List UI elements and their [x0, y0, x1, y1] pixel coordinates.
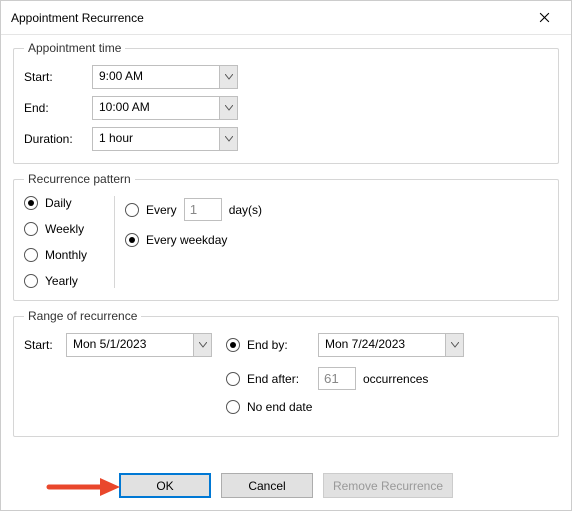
- ok-button[interactable]: OK: [119, 473, 211, 498]
- recurrence-dialog: Appointment Recurrence Appointment time …: [0, 0, 572, 511]
- close-icon: [539, 12, 550, 23]
- end-after-radio[interactable]: End after: occurrences: [226, 367, 464, 390]
- chevron-down-icon: [225, 136, 233, 142]
- recurrence-pattern-legend: Recurrence pattern: [24, 172, 135, 186]
- start-time-combo[interactable]: 9:00 AM: [92, 65, 238, 89]
- radio-icon: [24, 222, 38, 236]
- range-start-label: Start:: [24, 338, 60, 352]
- range-start-drop[interactable]: [193, 334, 211, 356]
- every-weekday-radio[interactable]: Every weekday: [125, 233, 262, 247]
- every-n-days-input[interactable]: [184, 198, 222, 221]
- pattern-weekly-radio[interactable]: Weekly: [24, 222, 108, 236]
- chevron-down-icon: [451, 342, 459, 348]
- titlebar: Appointment Recurrence: [1, 1, 571, 35]
- end-after-count-input[interactable]: [318, 367, 356, 390]
- pattern-divider: [114, 196, 115, 288]
- radio-icon: [24, 248, 38, 262]
- end-time-combo[interactable]: 10:00 AM: [92, 96, 238, 120]
- pattern-detail: Every day(s) Every weekday: [125, 196, 262, 288]
- duration-label: Duration:: [24, 132, 86, 146]
- pattern-monthly-radio[interactable]: Monthly: [24, 248, 108, 262]
- appointment-time-legend: Appointment time: [24, 41, 125, 55]
- range-start-value[interactable]: Mon 5/1/2023: [67, 334, 193, 356]
- close-button[interactable]: [522, 3, 567, 33]
- radio-icon: [226, 400, 240, 414]
- chevron-down-icon: [225, 74, 233, 80]
- radio-icon: [24, 196, 38, 210]
- chevron-down-icon: [199, 342, 207, 348]
- radio-icon: [24, 274, 38, 288]
- radio-icon: [125, 203, 139, 217]
- recurrence-range-legend: Range of recurrence: [24, 309, 141, 323]
- end-time-label: End:: [24, 101, 86, 115]
- radio-icon: [226, 372, 240, 386]
- remove-recurrence-button: Remove Recurrence: [323, 473, 453, 498]
- duration-value[interactable]: 1 hour: [93, 128, 219, 150]
- radio-icon: [226, 338, 240, 352]
- duration-combo[interactable]: 1 hour: [92, 127, 238, 151]
- start-time-drop[interactable]: [219, 66, 237, 88]
- end-time-drop[interactable]: [219, 97, 237, 119]
- recurrence-range-group: Range of recurrence Start: Mon 5/1/2023 …: [13, 309, 559, 437]
- dialog-content: Appointment time Start: 9:00 AM End: 10:…: [1, 35, 571, 437]
- duration-drop[interactable]: [219, 128, 237, 150]
- no-end-date-radio[interactable]: No end date: [226, 400, 464, 414]
- start-time-value[interactable]: 9:00 AM: [93, 66, 219, 88]
- pattern-daily-radio[interactable]: Daily: [24, 196, 108, 210]
- end-by-radio[interactable]: End by: Mon 7/24/2023: [226, 333, 464, 357]
- range-start-combo[interactable]: Mon 5/1/2023: [66, 333, 212, 357]
- end-by-date-combo[interactable]: Mon 7/24/2023: [318, 333, 464, 357]
- radio-icon: [125, 233, 139, 247]
- start-time-label: Start:: [24, 70, 86, 84]
- pattern-yearly-radio[interactable]: Yearly: [24, 274, 108, 288]
- end-time-value[interactable]: 10:00 AM: [93, 97, 219, 119]
- every-n-days-radio[interactable]: Every day(s): [125, 198, 262, 221]
- end-by-date-value[interactable]: Mon 7/24/2023: [319, 334, 445, 356]
- recurrence-pattern-group: Recurrence pattern Daily Weekly Monthly …: [13, 172, 559, 301]
- end-by-date-drop[interactable]: [445, 334, 463, 356]
- appointment-time-group: Appointment time Start: 9:00 AM End: 10:…: [13, 41, 559, 164]
- dialog-buttons: OK Cancel Remove Recurrence: [1, 473, 571, 498]
- cancel-button[interactable]: Cancel: [221, 473, 313, 498]
- chevron-down-icon: [225, 105, 233, 111]
- pattern-frequency-list: Daily Weekly Monthly Yearly: [24, 196, 114, 288]
- dialog-title: Appointment Recurrence: [11, 11, 522, 25]
